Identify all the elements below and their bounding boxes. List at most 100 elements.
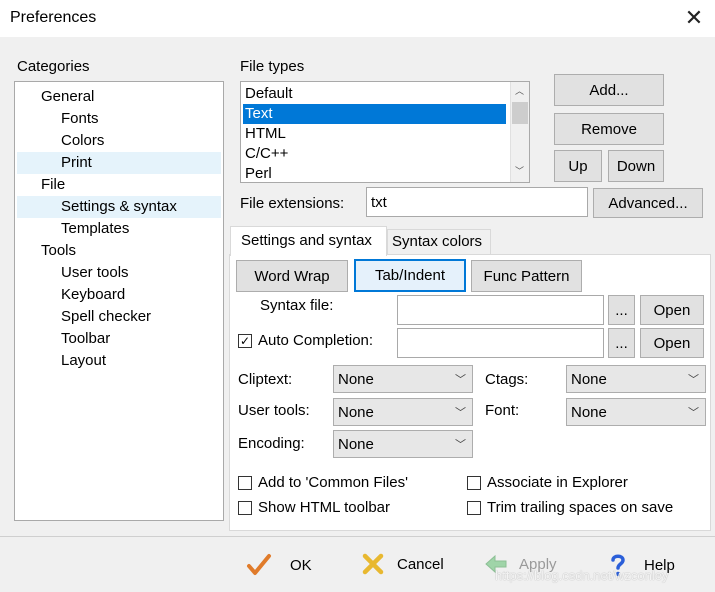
advanced-button[interactable]: Advanced... xyxy=(593,188,703,218)
auto-completion-input[interactable] xyxy=(397,328,604,358)
cliptext-label: Cliptext: xyxy=(238,371,293,388)
checkbox-unchecked-icon[interactable] xyxy=(467,475,481,490)
checkbox-unchecked-icon[interactable] xyxy=(238,475,252,490)
remove-button[interactable]: Remove xyxy=(554,113,664,145)
file-types-label: File types xyxy=(240,58,305,75)
trim-trailing-checkbox[interactable]: Trim trailing spaces on save xyxy=(467,499,673,516)
tree-item-print[interactable]: Print xyxy=(17,152,221,174)
syntax-file-open-button[interactable]: Open xyxy=(640,295,704,325)
syntax-file-label: Syntax file: xyxy=(260,297,334,314)
file-extensions-label: File extensions: xyxy=(240,195,345,212)
tree-item-label: Tools xyxy=(41,242,77,259)
file-type-item[interactable]: Text xyxy=(243,104,506,124)
down-button[interactable]: Down xyxy=(608,150,664,182)
chevron-down-icon: ﹀ xyxy=(455,407,466,419)
tab-syntax-colors-label: Syntax colors xyxy=(392,233,483,250)
tree-item-user-tools[interactable]: User tools xyxy=(17,262,221,284)
associate-explorer-label: Associate in Explorer xyxy=(487,474,628,491)
tree-item-label: General xyxy=(41,88,95,105)
tree-item-label: Keyboard xyxy=(61,286,126,303)
tree-item-label: User tools xyxy=(61,264,129,281)
syntax-file-browse-button[interactable]: ... xyxy=(608,295,635,325)
add-button[interactable]: Add... xyxy=(554,74,664,106)
checkmark-icon xyxy=(247,554,271,575)
cancel-label: Cancel xyxy=(397,555,444,573)
scroll-up-icon[interactable]: ︿ xyxy=(515,84,524,97)
tree-item-colors[interactable]: Colors xyxy=(17,130,221,152)
tree-item-label: Toolbar xyxy=(61,330,111,347)
func-pattern-button[interactable]: Func Pattern xyxy=(471,260,582,292)
scroll-down-icon[interactable]: ﹀ xyxy=(515,164,524,177)
add-common-files-checkbox[interactable]: Add to 'Common Files' xyxy=(238,474,408,491)
add-common-files-label: Add to 'Common Files' xyxy=(258,474,408,491)
syntax-file-input[interactable] xyxy=(397,295,604,325)
watermark-text: https://blog.csdn.net/wzconley xyxy=(495,568,669,583)
chevron-down-icon: ﹀ xyxy=(455,439,466,451)
tab-syntax-colors[interactable]: Syntax colors xyxy=(387,229,491,254)
tab-settings-label: Settings and syntax xyxy=(241,232,372,249)
tree-item-label: Colors xyxy=(61,132,105,149)
tree-item-spell-checker[interactable]: Spell checker xyxy=(17,306,221,328)
ok-label: OK xyxy=(290,556,312,574)
encoding-label: Encoding: xyxy=(238,435,305,452)
tab-settings-and-syntax[interactable]: Settings and syntax xyxy=(230,226,387,256)
cancel-button[interactable]: Cancel xyxy=(361,552,444,576)
checkbox-unchecked-icon[interactable] xyxy=(238,500,252,515)
file-types-scrollbar[interactable]: ︿ ﹀ xyxy=(510,82,529,182)
tree-item-toolbar[interactable]: Toolbar xyxy=(17,328,221,350)
file-extensions-input[interactable]: txt xyxy=(366,187,588,217)
scrollbar-thumb[interactable] xyxy=(512,102,528,124)
up-button[interactable]: Up xyxy=(554,150,602,182)
categories-tree[interactable]: General Fonts Colors Print File Settings & sy… xyxy=(14,81,224,521)
auto-completion-label: Auto Completion: xyxy=(258,332,374,349)
file-types-list[interactable]: Default Text HTML C/C++ Perl ︿ ﹀ xyxy=(240,81,530,183)
associate-explorer-checkbox[interactable]: Associate in Explorer xyxy=(467,474,628,491)
window-title: Preferences xyxy=(10,9,97,26)
tree-item-fonts[interactable]: Fonts xyxy=(17,108,221,130)
chevron-down-icon: ﹀ xyxy=(455,374,466,386)
show-html-toolbar-label: Show HTML toolbar xyxy=(258,499,390,516)
checkbox-checked-icon[interactable]: ✓ xyxy=(238,333,252,348)
file-type-item[interactable]: Perl xyxy=(243,164,508,182)
title-bar: Preferences ✕ xyxy=(0,0,715,38)
checkbox-unchecked-icon[interactable] xyxy=(467,500,481,515)
font-select[interactable]: None ﹀ xyxy=(566,398,706,426)
cancel-x-icon xyxy=(362,553,384,575)
tree-item-keyboard[interactable]: Keyboard xyxy=(17,284,221,306)
ctags-label: Ctags: xyxy=(485,371,529,388)
ctags-select[interactable]: None ﹀ xyxy=(566,365,706,393)
tree-item-label: Print xyxy=(61,154,92,171)
ok-button[interactable]: OK xyxy=(246,552,312,578)
tree-item-label: Settings & syntax xyxy=(61,198,177,215)
tree-item-templates[interactable]: Templates xyxy=(17,218,221,240)
tab-indent-button[interactable]: Tab/Indent xyxy=(354,259,466,292)
chevron-down-icon: ﹀ xyxy=(688,374,699,386)
tree-item-label: File xyxy=(41,176,66,193)
trim-trailing-label: Trim trailing spaces on save xyxy=(487,499,674,516)
auto-completion-checkbox[interactable]: ✓ Auto Completion: xyxy=(238,332,373,349)
footer-divider xyxy=(0,536,715,537)
tree-item-tools[interactable]: Tools xyxy=(17,240,221,262)
chevron-down-icon: ﹀ xyxy=(688,407,699,419)
user-tools-label: User tools: xyxy=(238,402,310,419)
file-type-item[interactable]: Default xyxy=(243,84,508,104)
cliptext-select[interactable]: None ﹀ xyxy=(333,365,473,393)
file-type-item[interactable]: HTML xyxy=(243,124,508,144)
tree-item-label: Templates xyxy=(61,220,130,237)
tree-item-settings-syntax[interactable]: Settings & syntax xyxy=(17,196,221,218)
word-wrap-button[interactable]: Word Wrap xyxy=(236,260,348,292)
show-html-toolbar-checkbox[interactable]: Show HTML toolbar xyxy=(238,499,390,516)
tree-item-layout[interactable]: Layout xyxy=(17,350,221,372)
tree-item-label: Fonts xyxy=(61,110,99,127)
user-tools-select[interactable]: None ﹀ xyxy=(333,398,473,426)
tree-item-general[interactable]: General xyxy=(17,86,221,108)
tree-item-file[interactable]: File xyxy=(17,174,221,196)
tree-item-label: Layout xyxy=(61,352,107,369)
encoding-select[interactable]: None ﹀ xyxy=(333,430,473,458)
tree-item-label: Spell checker xyxy=(61,308,152,325)
auto-completion-browse-button[interactable]: ... xyxy=(608,328,635,358)
auto-completion-open-button[interactable]: Open xyxy=(640,328,704,358)
close-icon[interactable]: ✕ xyxy=(680,4,708,32)
file-type-item[interactable]: C/C++ xyxy=(243,144,508,164)
font-label: Font: xyxy=(485,402,520,419)
